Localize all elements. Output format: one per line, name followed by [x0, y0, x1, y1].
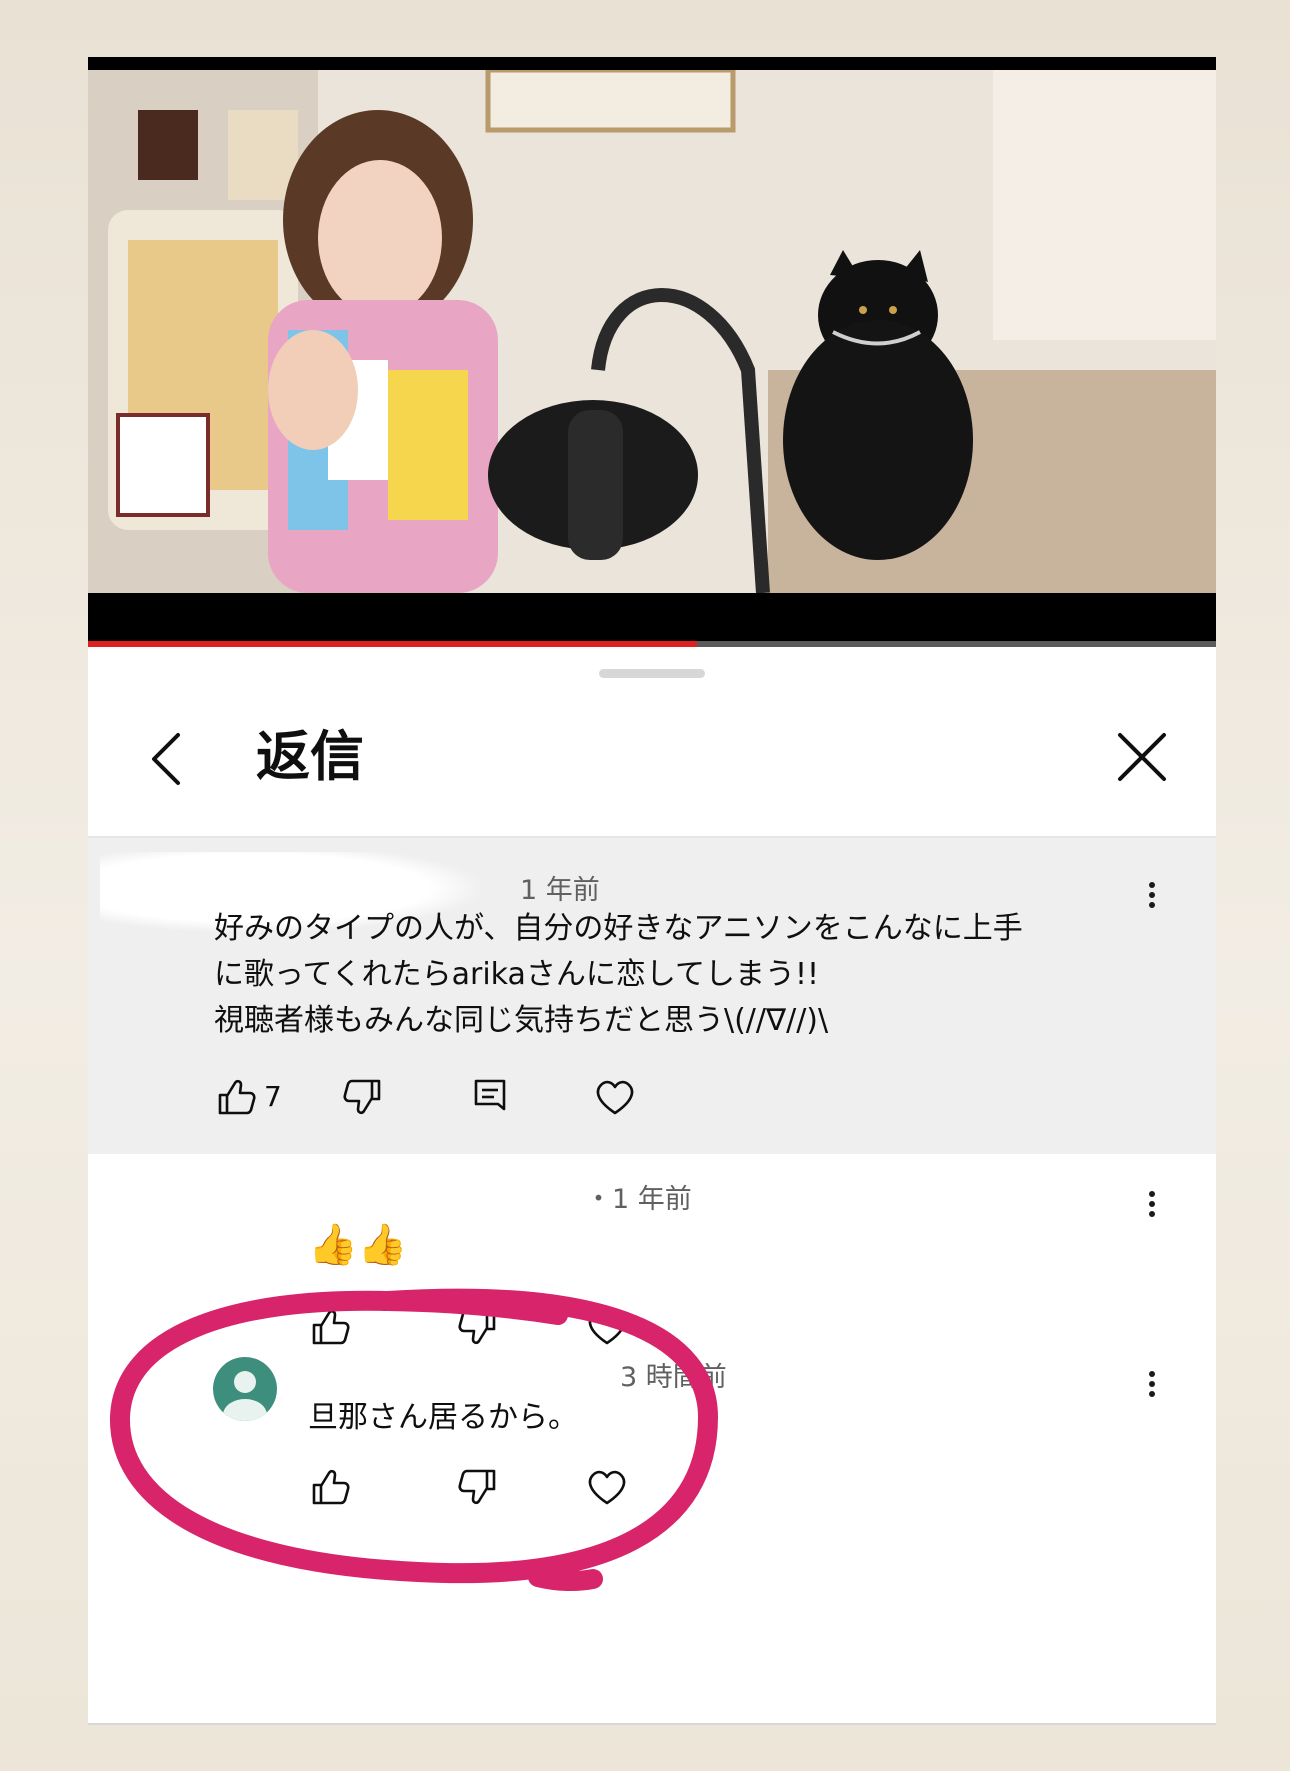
highlight-circle-annotation [109, 1288, 718, 1592]
video-player[interactable] [88, 57, 1216, 647]
video-frame [88, 70, 1216, 593]
bottom-divider [88, 1723, 1216, 1725]
replies-panel: 返信 1 年前 好みのタイプの人が、自分の好きなアニソンをこんなに上手 に歌って… [88, 647, 1216, 1725]
app-frame: 返信 1 年前 好みのタイプの人が、自分の好きなアニソンをこんなに上手 に歌って… [88, 57, 1216, 1725]
